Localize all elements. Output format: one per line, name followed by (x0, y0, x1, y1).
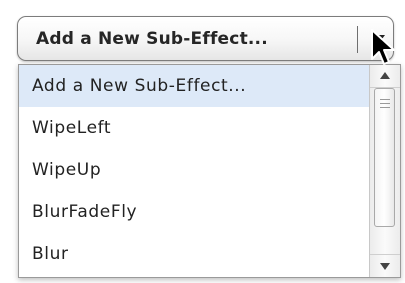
sub-effect-select[interactable]: Add a New Sub-Effect... (17, 16, 394, 61)
select-divider (357, 26, 358, 53)
sub-effect-dropdown-list: Add a New Sub-Effect... WipeLeft WipeUp … (18, 64, 401, 278)
option-blurfadefly[interactable]: BlurFadeFly (19, 191, 369, 233)
mouse-cursor-icon (371, 29, 395, 65)
arrow-down-icon (380, 263, 390, 270)
effect-picker: Add a New Sub-Effect... Add a New Sub-Ef… (0, 0, 405, 283)
scrollbar-thumb[interactable] (374, 88, 395, 227)
option-blur[interactable]: Blur (19, 233, 369, 275)
arrow-up-icon (380, 72, 390, 79)
options-list: Add a New Sub-Effect... WipeLeft WipeUp … (19, 65, 369, 277)
option-wipeup[interactable]: WipeUp (19, 149, 369, 191)
vertical-scrollbar[interactable] (369, 65, 400, 277)
select-current-value: Add a New Sub-Effect... (36, 29, 268, 49)
scroll-up-button[interactable] (370, 65, 400, 88)
scroll-down-button[interactable] (370, 254, 400, 277)
option-add-new-sub-effect[interactable]: Add a New Sub-Effect... (19, 65, 369, 107)
option-wipeleft[interactable]: WipeLeft (19, 107, 369, 149)
grip-icon (380, 99, 390, 112)
